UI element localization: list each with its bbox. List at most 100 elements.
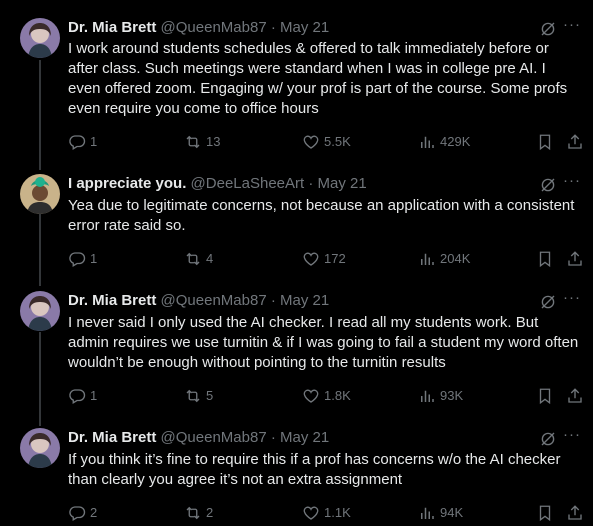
tweet-actions: 2 2 1.1K 94K (68, 503, 588, 523)
thread-connector (39, 60, 41, 170)
dot-separator: · (270, 292, 276, 309)
repost-icon (184, 387, 202, 405)
share-button[interactable] (566, 503, 584, 523)
more-options-icon[interactable]: ··· (563, 172, 581, 189)
author-name[interactable]: Dr. Mia Brett (68, 429, 156, 446)
timestamp[interactable]: May 21 (318, 175, 367, 192)
repost-button[interactable]: 2 (184, 503, 213, 523)
bookmark-icon (536, 250, 554, 268)
avatar[interactable] (20, 18, 60, 58)
reply-icon (68, 250, 86, 268)
reply-count: 1 (90, 251, 98, 266)
repost-icon (184, 250, 202, 268)
author-handle[interactable]: @QueenMab87 (161, 19, 267, 36)
repost-button[interactable]: 5 (184, 386, 213, 406)
tweet-text: I work around students schedules & offer… (68, 40, 568, 117)
reply-count: 2 (90, 505, 98, 520)
bookmark-icon (536, 504, 554, 522)
like-button[interactable]: 5.5K (302, 132, 351, 152)
view-count: 93K (440, 388, 464, 403)
reply-count: 1 (90, 388, 98, 403)
repost-button[interactable]: 13 (184, 132, 220, 152)
avatar[interactable] (20, 291, 60, 331)
views-button[interactable]: 429K (418, 132, 470, 152)
bookmark-icon (536, 133, 554, 151)
tweet-header: Dr. Mia Brett @QueenMab87 · May 21 (68, 18, 329, 38)
avatar[interactable] (20, 174, 60, 214)
views-icon (418, 504, 436, 522)
reply-button[interactable]: 1 (68, 249, 97, 269)
like-count: 1.8K (324, 388, 351, 403)
views-button[interactable]: 94K (418, 503, 463, 523)
author-name[interactable]: Dr. Mia Brett (68, 292, 156, 309)
heart-icon (302, 250, 320, 268)
views-button[interactable]: 93K (418, 386, 463, 406)
like-button[interactable]: 1.1K (302, 503, 351, 523)
dot-separator: · (270, 429, 276, 446)
reply-icon (68, 504, 86, 522)
thread-connector (39, 332, 41, 426)
like-button[interactable]: 1.8K (302, 386, 351, 406)
bookmark-icon (536, 387, 554, 405)
tweet-text: Yea due to legitimate concerns, not beca… (68, 197, 575, 234)
repost-icon (184, 504, 202, 522)
author-name[interactable]: Dr. Mia Brett (68, 19, 156, 36)
views-icon (418, 133, 436, 151)
thread-connector (39, 214, 41, 286)
bookmark-button[interactable] (536, 132, 554, 152)
reply-button[interactable]: 2 (68, 503, 97, 523)
grok-icon[interactable] (539, 176, 557, 194)
dot-separator: · (270, 19, 276, 36)
timestamp[interactable]: May 21 (280, 292, 329, 309)
reply-icon (68, 133, 86, 151)
share-button[interactable] (566, 386, 584, 406)
share-button[interactable] (566, 132, 584, 152)
like-count: 1.1K (324, 505, 351, 520)
author-name[interactable]: I appreciate you. (68, 175, 186, 192)
repost-icon (184, 133, 202, 151)
bookmark-button[interactable] (536, 386, 554, 406)
grok-icon[interactable] (539, 430, 557, 448)
view-count: 429K (440, 134, 471, 149)
tweet-header: Dr. Mia Brett @QueenMab87 · May 21 (68, 428, 329, 448)
share-button[interactable] (566, 249, 584, 269)
repost-count: 4 (206, 251, 214, 266)
like-button[interactable]: 172 (302, 249, 346, 269)
like-count: 5.5K (324, 134, 351, 149)
share-icon (566, 133, 584, 151)
like-count: 172 (324, 251, 346, 266)
tweet-header: I appreciate you. @DeeLaSheeArt · May 21 (68, 174, 367, 194)
share-icon (566, 387, 584, 405)
bookmark-button[interactable] (536, 503, 554, 523)
view-count: 94K (440, 505, 464, 520)
dot-separator: · (308, 175, 314, 192)
grok-icon[interactable] (539, 20, 557, 38)
tweet-text: I never said I only used the AI checker.… (68, 314, 579, 371)
share-icon (566, 504, 584, 522)
repost-count: 13 (206, 134, 221, 149)
repost-count: 5 (206, 388, 214, 403)
author-handle[interactable]: @DeeLaSheeArt (191, 175, 305, 192)
reply-button[interactable]: 1 (68, 132, 97, 152)
repost-button[interactable]: 4 (184, 249, 213, 269)
views-button[interactable]: 204K (418, 249, 470, 269)
heart-icon (302, 133, 320, 151)
timestamp[interactable]: May 21 (280, 19, 329, 36)
author-handle[interactable]: @QueenMab87 (161, 292, 267, 309)
share-icon (566, 250, 584, 268)
more-options-icon[interactable]: ··· (563, 289, 581, 306)
bookmark-button[interactable] (536, 249, 554, 269)
tweet-actions: 1 5 1.8K 93K (68, 386, 588, 406)
tweet-text: If you think it’s fine to require this i… (68, 451, 561, 488)
author-handle[interactable]: @QueenMab87 (161, 429, 267, 446)
avatar[interactable] (20, 428, 60, 468)
grok-icon[interactable] (539, 293, 557, 311)
timestamp[interactable]: May 21 (280, 429, 329, 446)
reply-button[interactable]: 1 (68, 386, 97, 406)
repost-count: 2 (206, 505, 214, 520)
more-options-icon[interactable]: ··· (563, 16, 581, 33)
reply-count: 1 (90, 134, 98, 149)
reply-icon (68, 387, 86, 405)
tweet-actions: 1 4 172 204K (68, 249, 588, 269)
more-options-icon[interactable]: ··· (563, 426, 581, 443)
